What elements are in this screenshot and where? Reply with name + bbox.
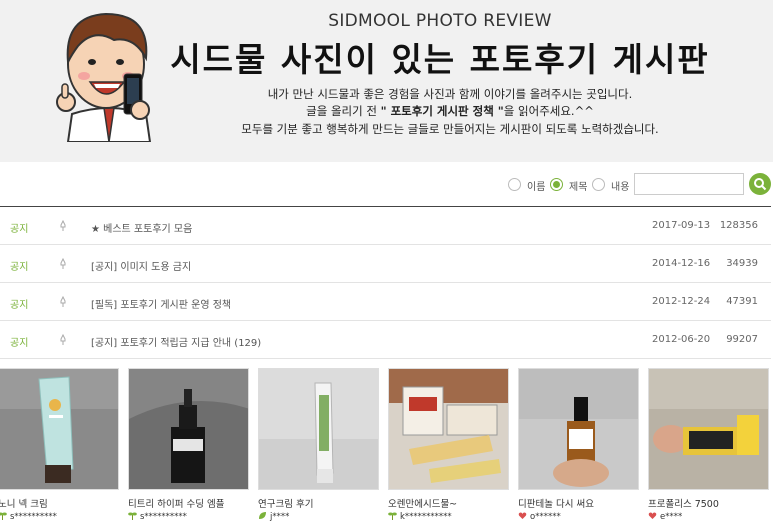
author-name: j**** — [270, 512, 290, 522]
radio-name[interactable] — [508, 178, 521, 191]
pin-icon — [60, 220, 66, 231]
radio-title-label[interactable]: 제목 — [569, 178, 587, 193]
review-thumbnail[interactable] — [648, 368, 769, 490]
photo-review-gallery: 노니 넥 크림 s********** 티트리 하이퍼 수딩 엠플 s*****… — [0, 368, 773, 528]
notice-row[interactable]: 공지 [필독] 포토후기 게시판 운영 정책 2012-12-24 47391 — [0, 283, 771, 321]
leaf-icon — [259, 512, 266, 519]
sprout-icon — [128, 512, 137, 520]
review-thumbnail[interactable] — [388, 368, 509, 490]
review-title[interactable]: 오렌만에시드물~ — [388, 496, 457, 510]
radio-title[interactable] — [550, 178, 563, 191]
pin-icon — [60, 334, 66, 345]
notice-date: 2012-12-24 — [652, 296, 711, 307]
product-boxes-photo — [389, 369, 508, 489]
banner-title: 시드물 사진이 있는 포토후기 게시판 — [170, 40, 710, 79]
ampoule-bottle-photo — [129, 369, 248, 489]
search-icon — [754, 178, 767, 191]
radio-content-label[interactable]: 내용 — [611, 178, 629, 193]
notice-title[interactable]: [필독] 포토후기 게시판 운영 정책 — [91, 296, 231, 311]
notice-badge: 공지 — [10, 338, 29, 349]
author-name: k*********** — [400, 512, 452, 522]
notice-date: 2012-06-20 — [652, 334, 711, 345]
review-thumbnail[interactable] — [518, 368, 639, 490]
heart-icon — [648, 512, 657, 519]
notice-badge: 공지 — [10, 300, 29, 311]
notice-title[interactable]: ★ 베스트 포토후기 모음 — [91, 220, 192, 235]
notice-badge: 공지 — [10, 262, 29, 273]
notice-views: 34939 — [726, 258, 758, 269]
review-card[interactable]: 노니 넥 크림 s********** — [0, 368, 119, 522]
author-name: e**** — [660, 512, 683, 522]
notice-date: 2017-09-13 — [652, 220, 711, 231]
review-author: s********** — [128, 511, 187, 522]
author-name: s********** — [140, 512, 187, 522]
notice-badge: 공지 — [10, 224, 29, 235]
review-thumbnail[interactable] — [258, 368, 379, 490]
review-thumbnail[interactable] — [0, 368, 119, 490]
radio-name-label[interactable]: 이름 — [527, 178, 545, 193]
banner-english-title: SIDMOOL PHOTO REVIEW — [328, 11, 552, 31]
pin-icon — [60, 296, 66, 307]
search-bar: 이름 제목 내용 — [0, 170, 773, 200]
sprout-icon — [388, 512, 397, 520]
review-author: e**** — [648, 511, 682, 522]
notice-list: 공지 ★ 베스트 포토후기 모음 2017-09-13 128356 공지 [공… — [0, 206, 771, 359]
review-title[interactable]: 티트리 하이퍼 수딩 엠플 — [128, 496, 224, 510]
banner: SIDMOOL PHOTO REVIEW 시드물 사진이 있는 포토후기 게시판… — [0, 0, 773, 162]
banner-description-1: 내가 만난 시드물과 좋은 경험을 사진과 함께 이야기를 올려주시는 곳입니다… — [267, 87, 633, 101]
cream-tube-photo — [259, 369, 378, 489]
notice-date: 2014-12-16 — [652, 258, 711, 269]
search-input[interactable] — [634, 173, 744, 195]
review-title[interactable]: 디판테놀 다시 써요 — [518, 496, 594, 510]
sprout-icon — [0, 512, 7, 520]
cream-tube-photo — [0, 369, 118, 489]
review-card[interactable]: 오렌만에시드물~ k*********** — [388, 368, 509, 522]
notice-title[interactable]: [공지] 이미지 도용 금지 — [91, 258, 191, 273]
policy-suffix: 을 읽어주세요.^^ — [503, 104, 594, 118]
notice-views: 99207 — [726, 334, 758, 345]
policy-link[interactable]: " 포토후기 게시판 정책 " — [381, 104, 504, 118]
review-card[interactable]: 프로폴리스 7500 e**** — [648, 368, 769, 522]
review-title[interactable]: 프로폴리스 7500 — [648, 496, 719, 510]
notice-title[interactable]: [공지] 포토후기 적립금 지급 안내 (129) — [91, 334, 261, 349]
notice-row[interactable]: 공지 [공지] 이미지 도용 금지 2014-12-16 34939 — [0, 245, 771, 283]
search-button[interactable] — [749, 173, 771, 195]
author-name: o****** — [530, 512, 561, 522]
review-thumbnail[interactable] — [128, 368, 249, 490]
author-name: s********** — [10, 512, 57, 522]
review-author: k*********** — [388, 511, 452, 522]
policy-prefix: 글을 올리기 전 — [306, 104, 381, 118]
dropper-bottle-photo — [519, 369, 638, 489]
review-author: s********** — [0, 511, 57, 522]
review-title[interactable]: 연구크림 후기 — [258, 496, 313, 510]
review-author: j**** — [258, 511, 289, 522]
heart-icon — [518, 512, 527, 519]
banner-description-3: 모두를 기분 좋고 행복하게 만드는 글들로 만들어지는 게시판이 되도록 노력… — [241, 122, 659, 136]
review-card[interactable]: 티트리 하이퍼 수딩 엠플 s********** — [128, 368, 249, 522]
pin-icon — [60, 258, 66, 269]
review-title[interactable]: 노니 넥 크림 — [0, 496, 48, 510]
banner-description-2: 글을 올리기 전 " 포토후기 게시판 정책 "을 읽어주세요.^^ — [0, 103, 773, 119]
notice-row[interactable]: 공지 [공지] 포토후기 적립금 지급 안내 (129) 2012-06-20 … — [0, 321, 771, 359]
notice-row[interactable]: 공지 ★ 베스트 포토후기 모음 2017-09-13 128356 — [0, 207, 771, 245]
review-author: o****** — [518, 511, 561, 522]
notice-views: 128356 — [719, 220, 758, 231]
review-card[interactable]: 디판테놀 다시 써요 o****** — [518, 368, 639, 522]
review-card[interactable]: 연구크림 후기 j**** — [258, 368, 379, 522]
propolis-bottle-photo — [649, 369, 768, 489]
radio-content[interactable] — [592, 178, 605, 191]
notice-views: 47391 — [726, 296, 758, 307]
